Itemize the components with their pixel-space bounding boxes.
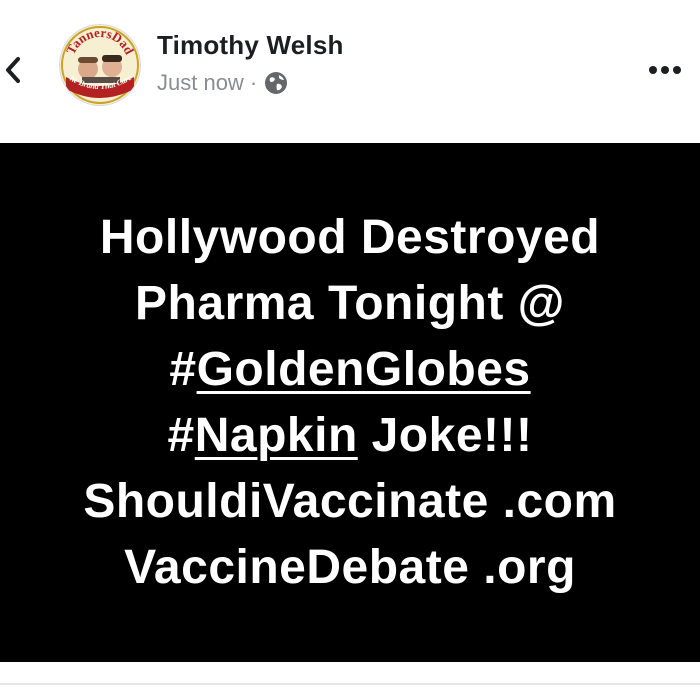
post-text: Hollywood Destroyed Pharma Tonight @ #Go…	[0, 205, 700, 601]
avatar-logo: TannersDad The Brand That Cares	[60, 25, 140, 105]
post-line-6: VaccineDebate .org	[124, 541, 576, 594]
timestamp[interactable]: Just now	[157, 70, 244, 96]
chevron-left-icon	[6, 57, 20, 83]
hashtag-golden-globes[interactable]: GoldenGlobes	[197, 343, 531, 396]
more-options-button[interactable]	[645, 58, 685, 82]
divider	[0, 683, 700, 685]
post-line-1: Hollywood Destroyed	[99, 211, 601, 264]
post-line-5: ShouldiVaccinate .com	[83, 475, 617, 528]
post-image[interactable]: Hollywood Destroyed Pharma Tonight @ #Go…	[0, 143, 700, 662]
meta-separator: ·	[249, 70, 258, 95]
post-meta: Just now ·	[157, 70, 289, 96]
author-name[interactable]: Timothy Welsh	[157, 30, 344, 61]
post-line-4: #Napkin Joke!!!	[167, 409, 533, 462]
avatar[interactable]: TannersDad The Brand That Cares	[60, 25, 140, 105]
post-line-2: Pharma Tonight @	[135, 277, 565, 330]
globe-icon[interactable]	[263, 70, 289, 96]
post-line-3: #GoldenGlobes	[169, 343, 531, 396]
more-horizontal-icon	[649, 66, 681, 74]
hashtag-napkin[interactable]: Napkin	[195, 409, 358, 462]
post-footer	[0, 662, 700, 700]
back-button[interactable]	[0, 50, 26, 90]
post-header: TannersDad The Brand That Cares Timothy …	[0, 0, 700, 143]
